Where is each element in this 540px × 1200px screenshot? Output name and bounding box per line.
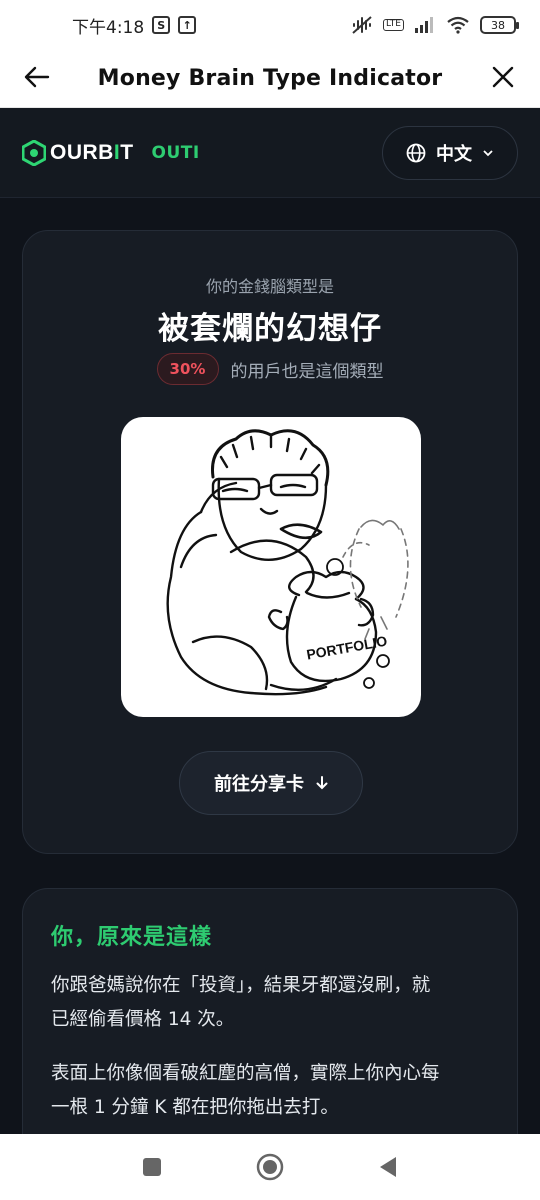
share-card-button[interactable]: 前往分享卡 xyxy=(179,751,363,815)
back-nav-button[interactable] xyxy=(329,1156,447,1178)
arrow-down-icon xyxy=(316,776,328,790)
app-title: Money Brain Type Indicator xyxy=(97,66,443,91)
close-button[interactable] xyxy=(488,62,518,92)
percent-row: 30% 的用戶也是這個類型 xyxy=(23,353,517,385)
brand-header: OURBIT OUTI 中文 xyxy=(0,108,540,198)
battery-level: 38 xyxy=(491,18,505,32)
description-title: 你，原來是這樣 xyxy=(51,925,213,950)
system-navigation-bar xyxy=(0,1134,540,1200)
product-name: OUTI xyxy=(151,142,200,163)
character-illustration: PORTFOLIO xyxy=(121,417,421,717)
lte-badge: LTE xyxy=(383,19,404,31)
percent-text: 的用戶也是這個類型 xyxy=(230,361,384,382)
arrow-left-icon xyxy=(24,66,50,88)
ourbit-logo[interactable]: OURBIT xyxy=(22,139,134,166)
triangle-back-icon xyxy=(380,1157,396,1177)
description-paragraph-1: 你跟爸媽說你在「投資」，結果牙都還沒刷，就 已經偷看價格 14 次。 xyxy=(51,975,431,1030)
upload-icon: ↑ xyxy=(178,16,197,34)
battery-icon: 38 xyxy=(480,16,519,34)
chevron-down-icon xyxy=(483,149,493,156)
wifi-icon xyxy=(447,16,469,34)
home-button[interactable] xyxy=(211,1153,329,1181)
back-button[interactable] xyxy=(22,62,52,92)
logo-wordmark: OURBIT xyxy=(50,140,134,164)
globe-icon xyxy=(406,143,426,162)
description-paragraph-2: 表面上你像個看破紅塵的高僧，實際上你內心每 一根 1 分鐘 K 都在把你拖出去打… xyxy=(51,1063,440,1118)
share-card-label: 前往分享卡 xyxy=(214,774,304,795)
home-circle-icon xyxy=(256,1153,284,1181)
language-selector[interactable]: 中文 xyxy=(382,125,518,180)
mute-icon xyxy=(352,16,372,34)
ourbit-hexagon-icon xyxy=(22,139,46,166)
brain-type-name: 被套爛的幻想仔 xyxy=(158,311,382,347)
portfolio-bag-label: PORTFOLIO xyxy=(305,633,388,663)
crouching-man-portfolio-image: PORTFOLIO xyxy=(166,429,409,696)
sync-icon: S xyxy=(152,16,171,34)
signal-icon xyxy=(415,17,433,33)
result-card: 你的金錢腦類型是 被套爛的幻想仔 30% 的用戶也是這個類型 PORTFOLIO… xyxy=(22,230,518,854)
close-icon xyxy=(492,66,514,88)
result-subtitle: 你的金錢腦類型是 xyxy=(205,277,334,296)
percent-badge: 30% xyxy=(156,353,219,385)
status-time: 下午4:18 xyxy=(72,17,145,38)
status-bar: 下午4:18 S ↑ LTE 38 xyxy=(0,0,540,50)
language-label: 中文 xyxy=(436,143,472,165)
recents-button[interactable] xyxy=(93,1157,211,1177)
app-bar: Money Brain Type Indicator xyxy=(0,50,540,108)
square-icon xyxy=(143,1158,161,1176)
